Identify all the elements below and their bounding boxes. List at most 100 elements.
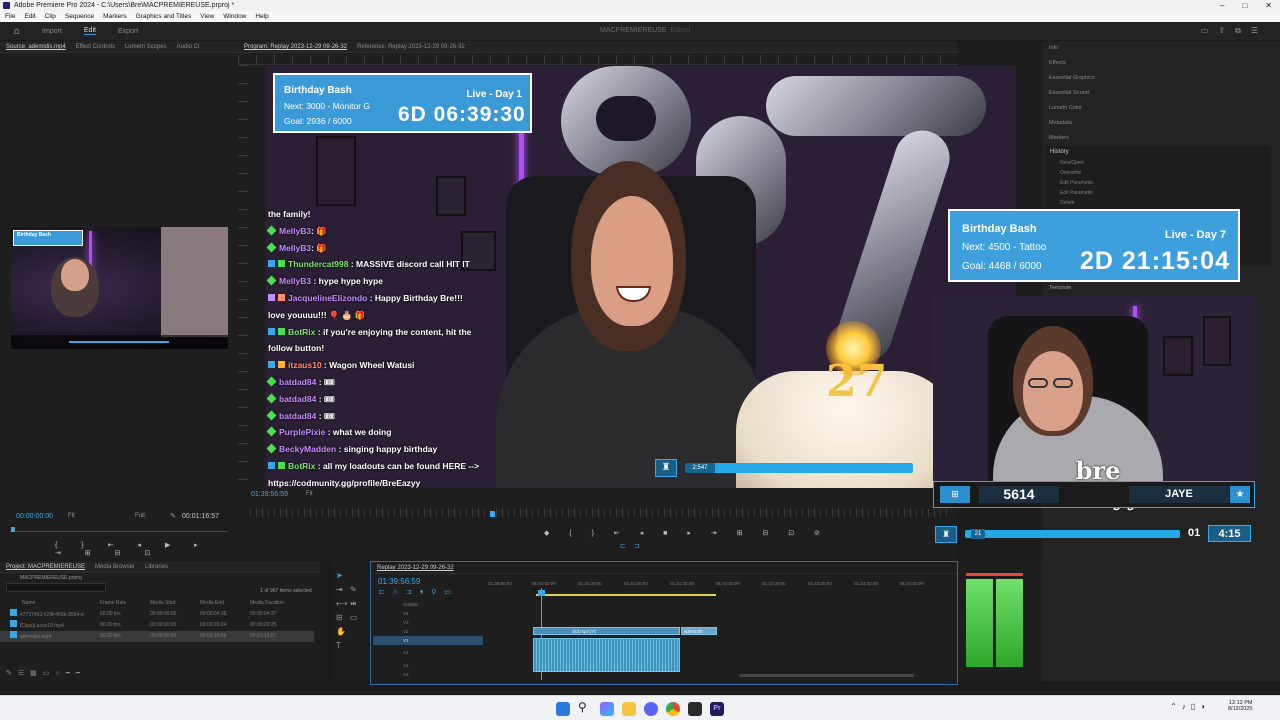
pen-tool-icon[interactable]: ✎ [350, 585, 357, 594]
menu-edit[interactable]: Edit [24, 11, 35, 22]
track-select-icon[interactable]: ⇥ [336, 585, 343, 594]
timeline-ruler[interactable]: 01:39:50:00 01:40:00:00 01:40:30:00 01:4… [486, 581, 956, 591]
source-fit-select[interactable]: Fit [68, 513, 75, 519]
history-item[interactable]: Edit Parameter [1046, 178, 1271, 188]
menu-help[interactable]: Help [255, 11, 268, 22]
hand-tool-icon[interactable]: ✋ [336, 627, 346, 636]
program-extra-icons[interactable]: ⊏⊐ [620, 542, 648, 550]
tab-lumetri-scopes[interactable]: Lumetri Scopes [125, 41, 167, 52]
panel-essential-graphics[interactable]: Essential Graphics [1042, 71, 1280, 86]
badge-icon [268, 361, 275, 369]
project-row-selected[interactable]: ademidis.mp4 60.00 fps 00:00:00:00 00:01… [0, 631, 314, 642]
obs-icon[interactable] [688, 702, 702, 716]
file-explorer-icon[interactable] [622, 702, 636, 716]
windows-start-icon[interactable] [556, 702, 570, 716]
badge-icon [278, 361, 285, 369]
menu-file[interactable]: File [5, 11, 15, 22]
selection-tool-icon[interactable]: ➤ [336, 571, 343, 580]
meter-right [996, 579, 1023, 667]
source-wrench-icon[interactable]: ✎ [170, 512, 176, 520]
project-column-headers: Name Frame Rate Media Start Media End Me… [22, 600, 284, 606]
tab-media-browser[interactable]: Media Browser [95, 561, 135, 572]
project-bottom-icons[interactable]: ✎☰▦▭○━━ [6, 669, 86, 677]
source-quality-select[interactable]: Full [135, 513, 145, 519]
video-clip[interactable]: ckd.mp4 [V] [533, 627, 680, 635]
tab-export[interactable]: Export [118, 28, 138, 35]
project-row[interactable]: 47737453-529f-455b-8594-d 60.00 fps 00:0… [0, 609, 320, 620]
panel-essential-sound[interactable]: Essential Sound [1042, 86, 1280, 101]
timeline-scrollbar[interactable] [739, 674, 914, 677]
menu-clip[interactable]: Clip [45, 11, 56, 22]
gem-icon [266, 426, 277, 437]
menu-graphics[interactable]: Graphics and Titles [136, 11, 192, 22]
workspace-icons[interactable]: ▭⇪⧉☰ [1201, 26, 1268, 36]
program-transport-controls[interactable]: ◆ { } ⇤ ◂ ■ ▸ ⇥ ⊞ ⊟ ⊡ ⊘ [544, 529, 829, 537]
audio-clip[interactable] [533, 638, 680, 672]
premiere-icon[interactable]: Pr [710, 702, 724, 716]
tab-source[interactable]: Source: ademidis.mp4 [6, 41, 66, 52]
source-video-frame: Birthday Bash [11, 227, 228, 349]
menu-view[interactable]: View [200, 11, 214, 22]
program-tabs: Program: Replay 2023-12-29 09-26-32 Refe… [238, 41, 958, 53]
tab-reference[interactable]: Reference: Replay 2023-12-29 09-26-32 [357, 41, 465, 52]
tab-effect-controls[interactable]: Effect Controls [76, 41, 115, 52]
chat-line: follow button! [268, 343, 325, 354]
audio-meters [958, 561, 1042, 681]
menu-window[interactable]: Window [223, 11, 246, 22]
history-item[interactable]: Delete [1046, 198, 1271, 208]
program-timecode[interactable]: 01:39:56:59 [251, 491, 288, 498]
rect-tool-icon[interactable]: ▭ [350, 613, 358, 622]
chat-line: MellyB3: 🎁 [266, 240, 511, 257]
panel-effects[interactable]: Effects [1042, 56, 1280, 71]
video-clip-2[interactable]: ademidis [681, 627, 717, 635]
panel-metadata[interactable]: Metadata [1042, 116, 1280, 131]
gem-icon [266, 242, 277, 253]
chat-overlay: the family! MellyB3: 🎁 MellyB3: 🎁 Thunde… [266, 206, 511, 488]
razor-tool-icon[interactable]: ⊟ [336, 613, 343, 622]
tab-libraries[interactable]: Libraries [145, 561, 168, 572]
tray-icons[interactable]: ⌃♪▯◑ [1170, 702, 1210, 711]
source-timecode[interactable]: 00:00:00:00 [16, 513, 53, 520]
search-icon[interactable]: ⚲ [578, 700, 587, 714]
history-item[interactable]: Overwrite [1046, 168, 1271, 178]
project-search-input[interactable] [6, 583, 106, 592]
type-tool-icon[interactable]: T [336, 641, 341, 650]
timeline-tool-icons[interactable]: ⊏∩⊐▾⚲▭ [379, 588, 459, 596]
tab-audio-clip[interactable]: Audio Cl [177, 41, 200, 52]
stream-rocket-icon: ♜ [655, 459, 677, 477]
source-scrub-bar[interactable] [10, 526, 228, 532]
tab-edit[interactable]: Edit [83, 27, 96, 35]
maximize-button[interactable]: □ [1242, 0, 1247, 11]
tab-sequence[interactable]: Replay 2023-12-29 09-26-32 [377, 562, 454, 573]
tab-program[interactable]: Program: Replay 2023-12-29 09-26-32 [244, 41, 347, 52]
minimize-button[interactable]: – [1220, 0, 1224, 11]
home-icon[interactable]: ⌂ [14, 26, 20, 37]
discord-icon[interactable] [644, 702, 658, 716]
tab-project[interactable]: Project: MACPREMIEREUSE [6, 561, 85, 572]
panel-markers[interactable]: Markers [1042, 131, 1280, 146]
gem-icon [266, 410, 277, 421]
menu-markers[interactable]: Markers [103, 11, 126, 22]
source-transport-controls[interactable]: { } ⇤ ◂ ▶ ▸ ⇥ ⊞ ⊟ ⊡ [55, 541, 238, 557]
slip-tool-icon[interactable]: ⇹ [350, 599, 357, 608]
timeline-timecode[interactable]: 01:39:56:59 [378, 577, 420, 586]
history-item[interactable]: New/Open [1046, 158, 1271, 168]
work-area-bar[interactable] [536, 594, 716, 596]
history-item[interactable]: Edit Parameter [1046, 188, 1271, 198]
close-button[interactable]: ✕ [1265, 0, 1272, 11]
chat-line: batdad84 : 🎟 [266, 408, 511, 425]
panel-template[interactable]: Template [1049, 285, 1071, 291]
panel-info[interactable]: Info [1042, 41, 1280, 56]
panel-lumetri-color[interactable]: Lumetri Color [1042, 101, 1280, 116]
taskbar-clock[interactable]: 12:13 PM 8/12/2025 [1228, 700, 1252, 712]
menu-sequence[interactable]: Sequence [65, 11, 94, 22]
ripple-tool-icon[interactable]: ⟷ [336, 599, 347, 608]
overlay-count: 01 [1188, 527, 1201, 539]
program-fit-select[interactable]: Fit [306, 491, 313, 497]
project-row[interactable]: [Clips]Lucas19.mp4 60.00 fps 00:00:00:00… [0, 620, 320, 631]
copilot-icon[interactable] [600, 702, 614, 716]
program-scrub-bar[interactable] [250, 509, 950, 517]
tab-import[interactable]: Import [42, 28, 62, 35]
chrome-icon[interactable] [666, 702, 680, 716]
stats-count: 5614 [979, 486, 1059, 503]
